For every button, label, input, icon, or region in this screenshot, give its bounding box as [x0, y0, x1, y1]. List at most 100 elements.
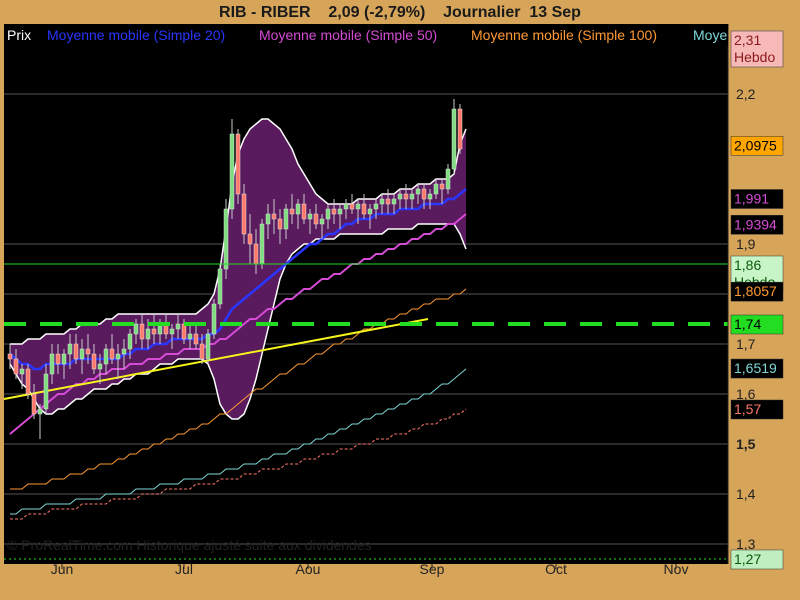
- candle-body: [397, 193, 403, 200]
- candle-body: [241, 193, 247, 235]
- candle-body: [199, 343, 205, 360]
- candle-body: [247, 233, 253, 245]
- candle: [259, 219, 265, 269]
- candle-body: [25, 368, 31, 395]
- candle-body: [85, 348, 91, 355]
- candle-body: [391, 198, 397, 205]
- candle-body: [217, 268, 223, 305]
- candle-body: [7, 353, 13, 360]
- candle-body: [19, 368, 25, 375]
- candle-body: [427, 193, 433, 200]
- price-label-text: 1,6519: [734, 360, 777, 376]
- candle-body: [349, 203, 355, 210]
- candle-body: [127, 333, 133, 350]
- candle-body: [115, 353, 121, 360]
- candle-body: [13, 358, 19, 375]
- candle-body: [91, 353, 97, 370]
- x-tick-label: Jul: [175, 561, 193, 577]
- candle-body: [307, 213, 313, 220]
- stock-chart: 2,21,91,81,71,61,51,41,3JunJulAouSepOctN…: [3, 24, 784, 577]
- candle-body: [61, 353, 67, 365]
- candle-body: [367, 208, 373, 215]
- candle-body: [151, 328, 157, 335]
- price-label-line: 2,31: [734, 32, 761, 48]
- candle-body: [289, 208, 295, 215]
- candle: [229, 119, 235, 219]
- candle-body: [37, 408, 43, 415]
- candle-body: [403, 193, 409, 200]
- y-tick-label: 1,9: [736, 236, 756, 252]
- price-label-line: 1,6519: [734, 360, 777, 376]
- candle-body: [31, 393, 37, 415]
- price-label-line: 1,8057: [734, 283, 777, 299]
- legend-item: Moyenne mobile (Simple 50): [259, 27, 437, 43]
- y-tick-label: 1,4: [736, 486, 756, 502]
- candle-body: [331, 208, 337, 215]
- price-label-line: 1,86: [734, 257, 761, 273]
- candle-body: [457, 108, 463, 150]
- candle-body: [175, 323, 181, 330]
- price-label-text: 1,991: [734, 191, 769, 207]
- candle-body: [211, 303, 217, 335]
- candle-body: [205, 333, 211, 360]
- candle-body: [451, 108, 457, 170]
- legend-item: Moyenne mobile (Simple 100): [471, 27, 657, 43]
- candle-body: [319, 218, 325, 225]
- price-label: 1,27: [730, 549, 784, 570]
- candle-body: [145, 328, 151, 340]
- chart-title: RIB - RIBER 2,09 (-2,79%) Journalier 13 …: [219, 4, 581, 21]
- candle: [451, 99, 457, 174]
- candle-body: [193, 333, 199, 345]
- legend-item: Moyenne mobile (Simple 20): [47, 27, 225, 43]
- price-label-line: 1,27: [734, 551, 761, 567]
- candle-body: [121, 348, 127, 355]
- candle-body: [223, 208, 229, 270]
- price-label-line: Hebdo: [734, 49, 775, 65]
- candle-body: [169, 328, 175, 335]
- price-label-text: 2,0975: [734, 137, 777, 153]
- legend-item: Moye: [693, 27, 727, 43]
- candle-body: [55, 353, 61, 365]
- y-tick-label: 2,2: [736, 86, 756, 102]
- candle-body: [265, 213, 271, 225]
- price-label: 1,9394: [730, 215, 784, 235]
- price-label-text: 1,74: [734, 316, 761, 332]
- candle-body: [277, 218, 283, 230]
- candle-body: [313, 213, 319, 225]
- candle-body: [337, 208, 343, 215]
- candle-body: [139, 323, 145, 340]
- candle-body: [409, 193, 415, 200]
- price-label-text: 1,57: [734, 401, 761, 417]
- price-label-line: 1,991: [734, 191, 769, 207]
- candle-body: [103, 348, 109, 365]
- price-label: 1,74: [730, 314, 784, 335]
- candle-body: [271, 213, 277, 220]
- candle-body: [109, 348, 115, 360]
- price-label-line: 1,57: [734, 401, 761, 417]
- candle: [25, 364, 31, 399]
- candle-body: [187, 333, 193, 340]
- candle: [211, 299, 217, 339]
- y-tick-label: 1,3: [736, 536, 756, 552]
- candle-body: [385, 198, 391, 205]
- candle-body: [79, 348, 85, 360]
- price-label: 1,57: [730, 399, 784, 420]
- y-tick-label: 1,7: [736, 336, 756, 352]
- candle-body: [445, 168, 451, 190]
- candle-body: [253, 243, 259, 265]
- price-label: 2,31 Hebdo: [730, 30, 784, 68]
- candle-body: [229, 133, 235, 210]
- candle: [457, 104, 463, 154]
- candle-body: [439, 183, 445, 190]
- x-tick-label: Aou: [296, 561, 321, 577]
- price-label-line: 1,9394: [734, 216, 777, 232]
- x-tick-label: Jun: [51, 561, 74, 577]
- candle-body: [67, 343, 73, 355]
- candle-body: [43, 373, 49, 410]
- price-label: 2,0975: [730, 136, 784, 156]
- price-label: 1,991: [730, 189, 784, 209]
- candle-body: [373, 203, 379, 210]
- candle-body: [49, 353, 55, 375]
- candle-body: [97, 363, 103, 370]
- candle-body: [415, 188, 421, 195]
